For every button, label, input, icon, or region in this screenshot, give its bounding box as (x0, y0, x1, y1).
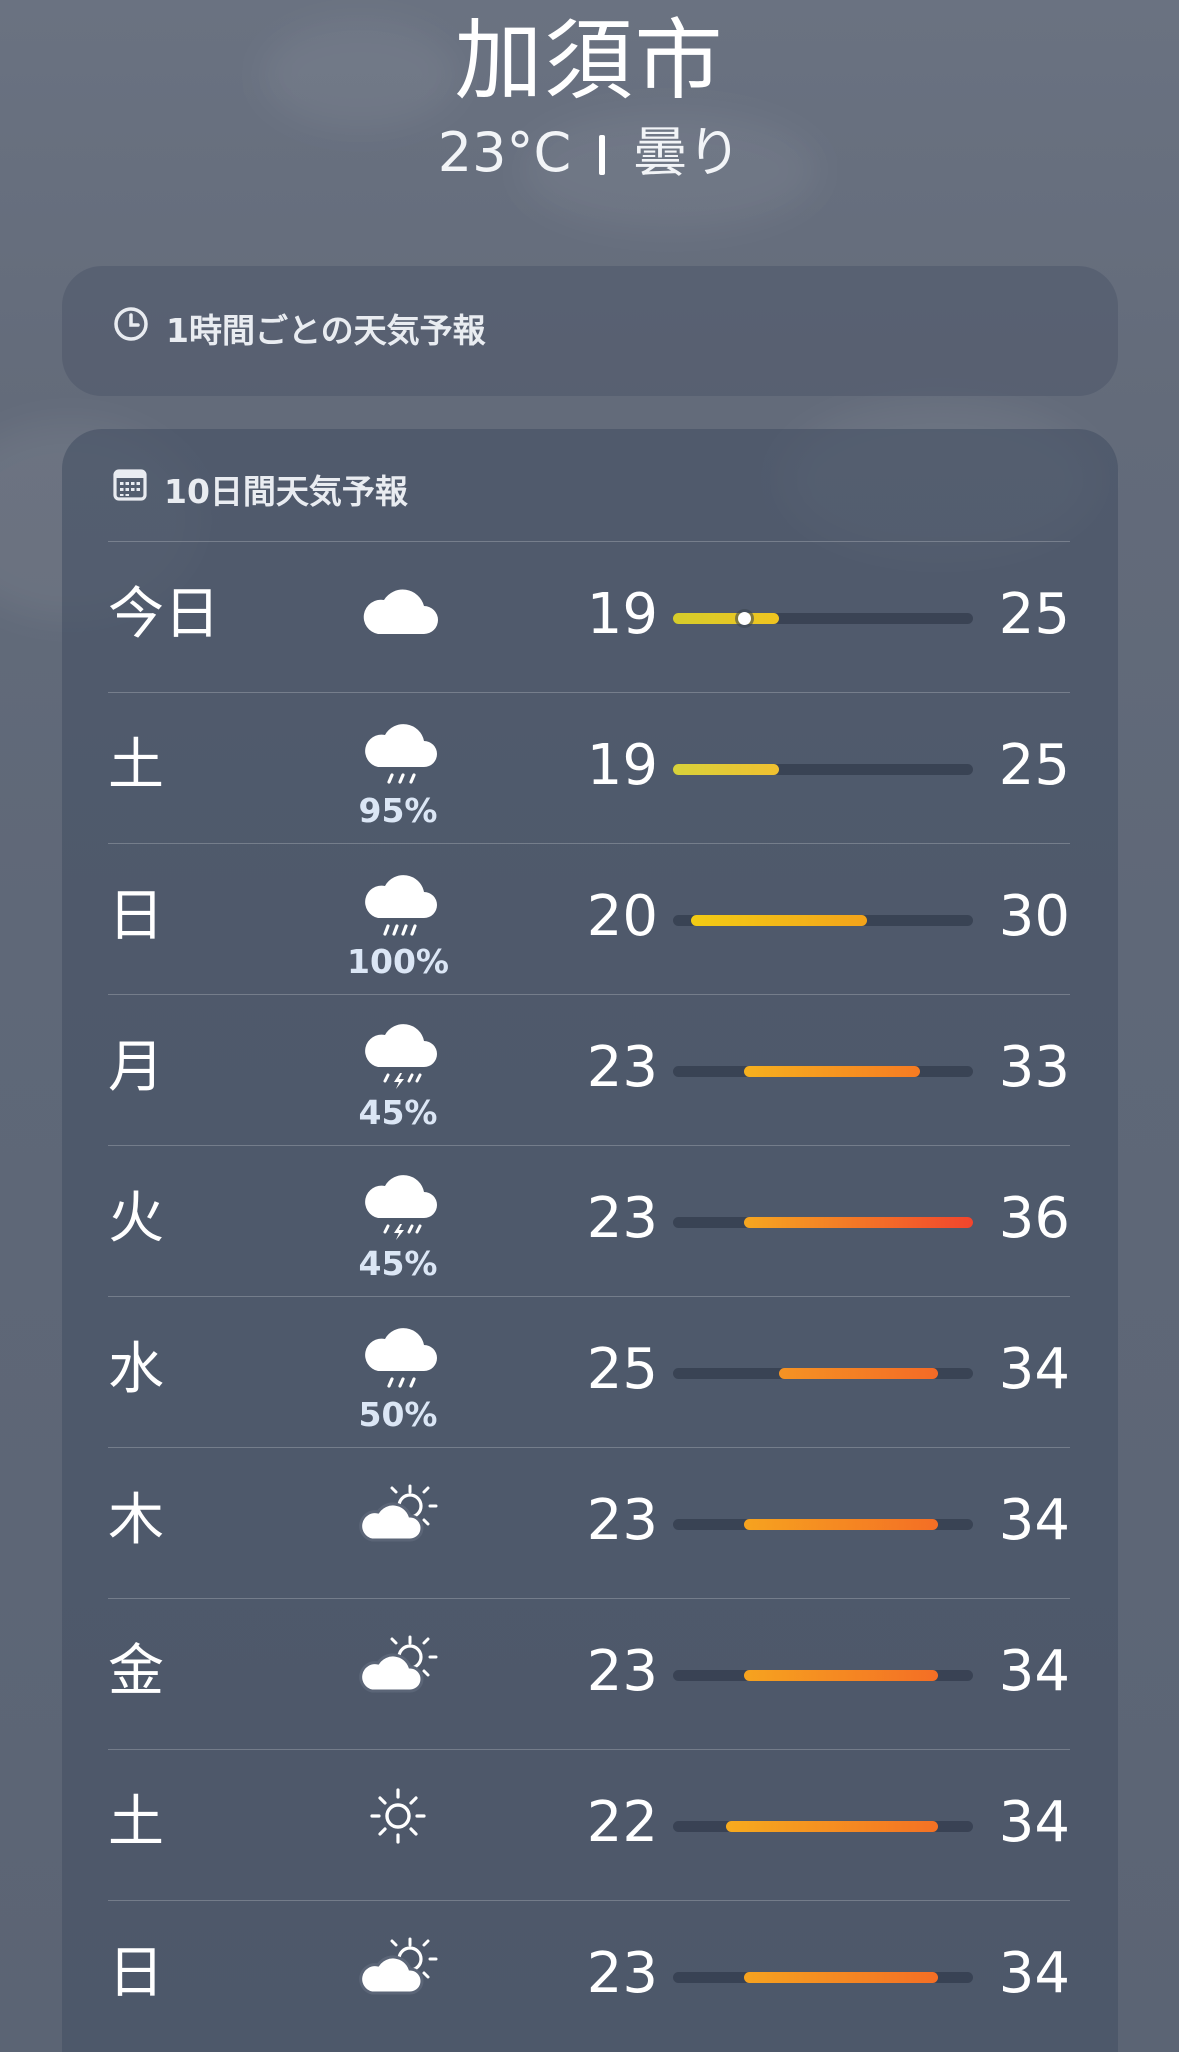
ten-day-forecast-card[interactable]: 10日間天気予報 今日 19 25 土 95% 19 25 日 100% 20 … (62, 429, 1118, 2052)
day-label: 土 (108, 733, 164, 798)
day-label: 月 (108, 1035, 164, 1100)
day-label: 金 (108, 1639, 164, 1704)
hourly-forecast-title: 1時間ごとの天気予報 (166, 311, 486, 350)
low-temperature: 20 (586, 884, 658, 949)
cloud-rain-icon (348, 1323, 448, 1403)
current-condition: 曇り (633, 121, 742, 184)
low-temperature: 23 (586, 1035, 658, 1100)
cloud-icon (348, 568, 448, 648)
high-temperature: 33 (998, 1035, 1070, 1100)
temperature-range-bar (673, 1519, 973, 1530)
temperature-range-fill (743, 1670, 938, 1681)
day-label: 日 (108, 884, 164, 949)
temperature-range-fill (743, 1066, 921, 1077)
sun-icon (348, 1776, 448, 1856)
forecast-row[interactable]: 土 95% 19 25 (108, 692, 1070, 843)
precipitation-chance: 100% (347, 942, 449, 981)
temperature-range-fill (725, 1821, 938, 1832)
current-summary: 23°C 曇り (0, 118, 1179, 188)
day-label: 木 (108, 1488, 164, 1553)
forecast-list: 今日 19 25 土 95% 19 25 日 100% 20 30 月 45% … (108, 541, 1070, 2051)
precipitation-chance: 50% (358, 1395, 438, 1434)
high-temperature: 34 (998, 1941, 1070, 2006)
forecast-row[interactable]: 日 23 34 (108, 1900, 1070, 2051)
partly-cloudy-icon (348, 1474, 448, 1554)
temperature-range-bar (673, 1972, 973, 1983)
precipitation-chance: 95% (358, 791, 438, 830)
high-temperature: 25 (998, 582, 1070, 647)
temperature-range-fill (673, 764, 779, 775)
low-temperature: 19 (586, 733, 658, 798)
day-label: 火 (108, 1186, 164, 1251)
separator (599, 135, 606, 175)
forecast-row[interactable]: 木 23 34 (108, 1447, 1070, 1598)
cloud-thunderstorm-icon (348, 1021, 448, 1101)
temperature-range-bar (673, 612, 973, 625)
day-label: 今日 (108, 582, 220, 647)
forecast-row[interactable]: 月 45% 23 33 (108, 994, 1070, 1145)
hourly-forecast-card[interactable]: 1時間ごとの天気予報 (62, 266, 1118, 396)
temperature-range-bar (673, 915, 973, 926)
temperature-range-fill (743, 1519, 938, 1530)
high-temperature: 34 (998, 1337, 1070, 1402)
high-temperature: 34 (998, 1790, 1070, 1855)
precipitation-chance: 45% (358, 1244, 438, 1283)
hourly-forecast-header: 1時間ごとの天気予報 (112, 304, 486, 352)
partly-cloudy-icon (348, 1625, 448, 1705)
forecast-row[interactable]: 火 45% 23 36 (108, 1145, 1070, 1296)
high-temperature: 34 (998, 1639, 1070, 1704)
cloud-heavy-rain-icon (348, 870, 448, 950)
temperature-range-fill (778, 1368, 938, 1379)
high-temperature: 36 (998, 1186, 1070, 1251)
temperature-range-fill (690, 915, 868, 926)
day-label: 土 (108, 1790, 164, 1855)
day-label: 水 (108, 1337, 164, 1402)
high-temperature: 25 (998, 733, 1070, 798)
city-name: 加須市 (454, 9, 725, 112)
temperature-range-fill (673, 613, 779, 624)
cloud-thunderstorm-icon (348, 1172, 448, 1252)
current-temperature: 23°C (437, 121, 572, 184)
temperature-range-fill (743, 1972, 938, 1983)
ten-day-forecast-title: 10日間天気予報 (164, 472, 408, 511)
high-temperature: 30 (998, 884, 1070, 949)
precipitation-chance: 45% (358, 1093, 438, 1132)
ten-day-forecast-header: 10日間天気予報 (112, 465, 408, 513)
temperature-range-bar (673, 1066, 973, 1077)
temperature-range-bar (673, 1670, 973, 1681)
forecast-row[interactable]: 日 100% 20 30 (108, 843, 1070, 994)
forecast-row[interactable]: 水 50% 25 34 (108, 1296, 1070, 1447)
temperature-range-bar (673, 764, 973, 775)
temperature-range-bar (673, 1821, 973, 1832)
clock-icon (112, 305, 166, 351)
current-temperature-marker (737, 612, 751, 625)
cloud-rain-icon (348, 719, 448, 799)
temperature-range-bar (673, 1368, 973, 1379)
temperature-range-bar (673, 1217, 973, 1228)
low-temperature: 23 (586, 1488, 658, 1553)
forecast-row[interactable]: 今日 19 25 (108, 541, 1070, 692)
forecast-row[interactable]: 金 23 34 (108, 1598, 1070, 1749)
forecast-row[interactable]: 土 22 34 (108, 1749, 1070, 1900)
low-temperature: 25 (586, 1337, 658, 1402)
low-temperature: 23 (586, 1941, 658, 2006)
calendar-icon (112, 467, 164, 511)
partly-cloudy-icon (348, 1927, 448, 2007)
high-temperature: 34 (998, 1488, 1070, 1553)
low-temperature: 23 (586, 1639, 658, 1704)
low-temperature: 19 (586, 582, 658, 647)
low-temperature: 23 (586, 1186, 658, 1251)
low-temperature: 22 (586, 1790, 658, 1855)
day-label: 日 (108, 1941, 164, 2006)
